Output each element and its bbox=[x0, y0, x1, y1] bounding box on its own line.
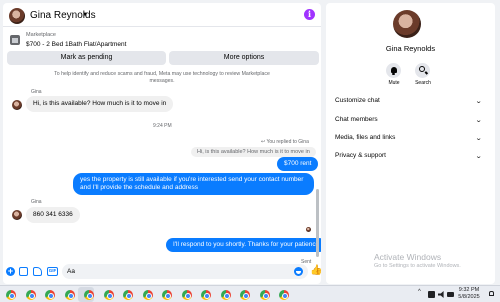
timestamp: 9:24 PM bbox=[153, 123, 172, 129]
conversation-details-panel: Gina Reynolds Mute Search Customize chat… bbox=[326, 3, 495, 284]
activation-watermark-title: Activate Windows bbox=[374, 252, 442, 262]
browser-icon[interactable] bbox=[142, 290, 153, 300]
search-icon-handle bbox=[424, 71, 428, 75]
chat-header: Gina Reynolds ▼ i bbox=[3, 3, 321, 27]
outgoing-message[interactable]: I'll respond to you shortly. Thanks for … bbox=[166, 238, 321, 252]
tray-chevron-icon[interactable]: ^ bbox=[418, 289, 421, 295]
volume-icon[interactable] bbox=[438, 291, 444, 298]
reply-icon: ↩ bbox=[261, 139, 266, 145]
chevron-down-icon[interactable]: ⌄ bbox=[475, 116, 482, 124]
emoji-icon[interactable] bbox=[294, 267, 303, 276]
marketplace-icon bbox=[10, 35, 20, 45]
reply-label: ↩ You replied to Gina bbox=[261, 139, 309, 145]
mark-as-pending-button[interactable]: Mark as pending bbox=[7, 51, 166, 65]
browser-icon[interactable] bbox=[162, 290, 172, 300]
chevron-down-icon[interactable]: ▼ bbox=[82, 12, 88, 18]
browser-icon[interactable] bbox=[103, 290, 114, 300]
browser-icon[interactable] bbox=[240, 290, 250, 300]
plus-icon[interactable]: + bbox=[6, 267, 15, 276]
bell-clapper bbox=[392, 73, 395, 75]
browser-icon[interactable] bbox=[25, 290, 36, 300]
search-icon bbox=[418, 66, 425, 72]
sender-avatar[interactable] bbox=[12, 100, 22, 110]
quoted-message[interactable]: Hi, is this available? How much is it to… bbox=[191, 147, 316, 157]
profile-avatar[interactable] bbox=[393, 10, 421, 38]
battery-icon[interactable] bbox=[447, 292, 454, 297]
clock-time: 9:32 PM bbox=[458, 287, 480, 293]
profile-name[interactable]: Gina Reynolds bbox=[326, 44, 495, 53]
listing-title[interactable]: $700 - 2 Bed 1Bath Flat/Apartment bbox=[26, 41, 126, 48]
sender-label: Gina bbox=[31, 89, 42, 95]
browser-icon[interactable] bbox=[45, 290, 55, 300]
chat-panel: Gina Reynolds ▼ i Marketplace $700 - 2 B… bbox=[3, 3, 321, 284]
scrollbar-thumb[interactable] bbox=[316, 189, 319, 257]
contact-avatar[interactable] bbox=[9, 8, 25, 24]
browser-icon[interactable] bbox=[84, 290, 94, 300]
taskbar: ^ 9:32 PM 5/8/2025 bbox=[0, 285, 500, 302]
search-label: Search bbox=[415, 80, 431, 86]
section-media-files-links[interactable]: Media, files and links bbox=[335, 134, 395, 141]
browser-icon[interactable] bbox=[6, 290, 16, 300]
browser-icon[interactable] bbox=[123, 290, 133, 300]
mute-button[interactable] bbox=[386, 63, 401, 78]
browser-icon[interactable] bbox=[279, 290, 289, 300]
chevron-down-icon[interactable]: ⌄ bbox=[475, 134, 482, 142]
marketplace-label: Marketplace bbox=[26, 32, 56, 38]
sender-avatar[interactable] bbox=[12, 210, 22, 220]
info-icon[interactable]: i bbox=[304, 9, 315, 20]
image-icon[interactable] bbox=[19, 267, 28, 276]
taskbar-clock[interactable]: 9:32 PM 5/8/2025 bbox=[456, 287, 482, 301]
gif-icon[interactable]: GIF bbox=[47, 267, 58, 276]
browser-icon[interactable] bbox=[64, 290, 75, 300]
section-customize-chat[interactable]: Customize chat bbox=[335, 97, 380, 104]
browser-icon[interactable] bbox=[201, 290, 211, 300]
browser-icon[interactable] bbox=[259, 290, 270, 300]
incoming-message[interactable]: 860 341 6336 bbox=[26, 207, 80, 223]
browser-icon[interactable] bbox=[181, 290, 192, 300]
notification-icon[interactable] bbox=[489, 291, 494, 296]
chevron-down-icon[interactable]: ⌄ bbox=[475, 97, 482, 105]
activation-watermark-subtitle: Go to Settings to activate Windows. bbox=[374, 263, 461, 269]
search-button[interactable] bbox=[415, 63, 430, 78]
chevron-down-icon[interactable]: ⌄ bbox=[475, 152, 482, 160]
bell-icon bbox=[390, 66, 397, 73]
reply-label-text: You replied to Gina bbox=[266, 139, 309, 145]
more-options-button[interactable]: More options bbox=[169, 51, 319, 65]
network-icon[interactable] bbox=[428, 291, 435, 298]
safety-notice: To help identify and reduce scams and fr… bbox=[54, 71, 270, 84]
outgoing-message[interactable]: $700 rent bbox=[277, 157, 319, 171]
sticker-icon[interactable] bbox=[33, 267, 42, 276]
incoming-message[interactable]: Hi, is this available? How much is it to… bbox=[26, 96, 174, 112]
app-window: Gina Reynolds ▼ i Marketplace $700 - 2 B… bbox=[0, 0, 500, 302]
composer: + GIF 👍 bbox=[3, 262, 321, 284]
outgoing-message[interactable]: yes the property is still available if y… bbox=[73, 173, 314, 195]
sender-label: Gina bbox=[31, 199, 42, 205]
clock-date: 5/8/2025 bbox=[458, 294, 480, 300]
section-chat-members[interactable]: Chat members bbox=[335, 116, 378, 123]
like-icon[interactable]: 👍 bbox=[310, 265, 321, 276]
message-input[interactable] bbox=[62, 264, 308, 279]
browser-icon[interactable] bbox=[220, 290, 231, 300]
mute-label: Mute bbox=[388, 80, 400, 86]
seen-avatar bbox=[306, 227, 311, 232]
section-privacy-support[interactable]: Privacy & support bbox=[335, 152, 386, 159]
